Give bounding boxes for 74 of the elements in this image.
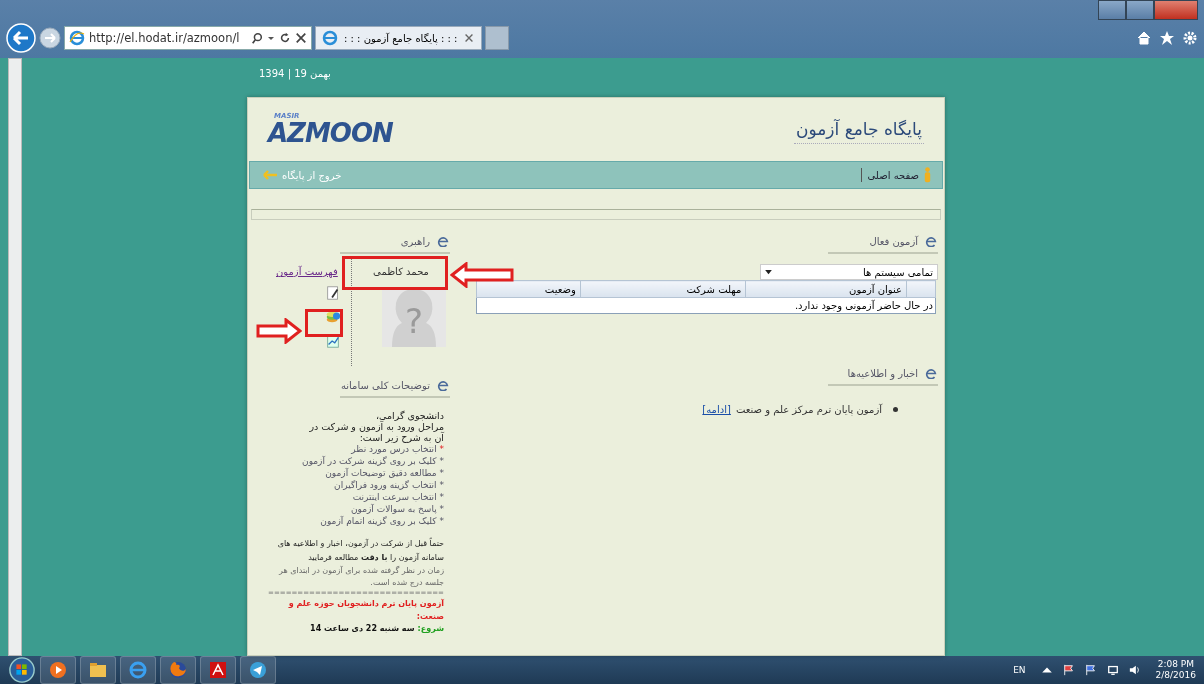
caret-icon: [765, 269, 772, 275]
user-name: محمد کاظمی: [373, 265, 429, 279]
scrollbar[interactable]: [8, 58, 22, 656]
taskbar-folder[interactable]: [80, 656, 116, 684]
browser-logo-icon: [128, 660, 148, 680]
system-dropdown[interactable]: تمامی سیستم ها: [760, 264, 938, 280]
settings-icon[interactable]: [1182, 30, 1198, 46]
pointer-arrow: [256, 318, 302, 344]
step-text: * مطالعه دقیق توضیحات آزمون: [324, 467, 444, 479]
home-icon[interactable]: [1136, 30, 1152, 46]
browser-logo-icon: [322, 30, 338, 46]
pdf-icon: [208, 660, 228, 680]
taskbar-pdf-reader[interactable]: [200, 656, 236, 684]
chart-icon[interactable]: [325, 309, 341, 325]
browser-tab[interactable]: : : : پایگاه جامع آزمون : : :: [315, 26, 483, 50]
home-link[interactable]: صفحه اصلی: [867, 166, 932, 184]
step-text: * کلیک بر روی گزینه شرکت در آزمون: [301, 455, 444, 467]
news-text: آزمون پایان ترم مرکز علم و صنعت: [735, 404, 882, 415]
star-icon[interactable]: [1159, 30, 1175, 46]
fox-globe-icon: [168, 660, 188, 680]
swirl-icon: [436, 379, 450, 391]
forward-button[interactable]: [39, 27, 61, 49]
taskbar-messenger[interactable]: [240, 656, 276, 684]
taskbar-fox-browser[interactable]: [160, 656, 196, 684]
step-text: * انتخاب گزینه ورود فراگیران: [333, 479, 444, 491]
read-more-link[interactable]: [ادامه]: [702, 404, 731, 415]
close-button[interactable]: [1154, 0, 1198, 20]
pointer-arrow: [450, 262, 514, 288]
play-icon: [48, 660, 68, 680]
step-text: * کلیک بر روی گزینه اتمام آزمون: [319, 515, 444, 527]
intro-text: مراحل ورود به آزمون و شرکت در آن به شرح زیر است:: [308, 421, 444, 443]
refresh-icon[interactable]: [279, 32, 291, 44]
paper-plane-icon: [248, 660, 268, 680]
date-text: 1394 | 19 بهمن: [258, 67, 332, 82]
highlight-frame: [305, 309, 343, 337]
exam-title-text: آزمون پایان ترم دانشجویان حوزه علم و صنعت:: [287, 598, 444, 623]
flag-icon[interactable]: [1062, 664, 1075, 676]
folder-icon: [88, 660, 108, 680]
flag-icon[interactable]: [1084, 664, 1097, 676]
person-icon: [923, 166, 932, 184]
taskbar-browser[interactable]: [120, 656, 156, 684]
back-button[interactable]: [6, 23, 36, 53]
maximize-button[interactable]: [1126, 0, 1154, 20]
question-mark: ?: [405, 301, 423, 341]
site-title: پایگاه جامع آزمون: [793, 115, 924, 144]
column-header: وضعیت: [476, 280, 581, 298]
network-icon[interactable]: [1106, 664, 1119, 676]
greeting-text: دانشجوی گرامی،: [375, 410, 444, 421]
swirl-icon: [924, 367, 938, 379]
step-text: * انتخاب درس مورد نظر: [350, 443, 444, 455]
minimize-button[interactable]: [1098, 0, 1126, 20]
column-header: مهلت شرکت: [580, 280, 746, 298]
time-note-text: زمان در نظر گرفته شده برای آزمون در ابتدای هر جلسه درج شده است.: [277, 565, 444, 589]
step-text: * پاسخ به سوالات آزمون: [349, 503, 444, 515]
close-icon[interactable]: [295, 32, 307, 44]
browser-logo-icon: [69, 30, 85, 46]
exam-list-link[interactable]: فهرست آزمون: [276, 266, 338, 277]
start-label: شروع:: [417, 623, 444, 635]
search-icon[interactable]: [251, 32, 263, 44]
taskbar-media-player[interactable]: [40, 656, 76, 684]
swirl-icon: [436, 235, 450, 247]
start-time-text: سه شنبه 22 دی ساعت 14: [310, 623, 415, 635]
step-text: * انتخاب سرعت اینترنت: [351, 491, 444, 503]
address-field[interactable]: http://el.hodat.ir/azmoon/l: [64, 26, 312, 50]
notice-text: حتماً قبل از شرکت در آزمون، اخبار و اطلاعیه های سامانه آزمون را با دقت مطالعه فرمایید: [276, 537, 444, 564]
language-indicator[interactable]: EN: [1013, 665, 1026, 675]
arrow-left-icon: [260, 170, 278, 180]
swirl-icon: [924, 235, 938, 247]
bullet-icon: [893, 407, 898, 412]
clock[interactable]: 2:08 PM 2/8/2016: [1155, 659, 1196, 681]
column-header: عنوان آزمون: [745, 280, 907, 298]
document-pen-icon[interactable]: [325, 285, 341, 301]
start-button[interactable]: [8, 656, 36, 684]
speaker-icon[interactable]: [1128, 664, 1141, 676]
